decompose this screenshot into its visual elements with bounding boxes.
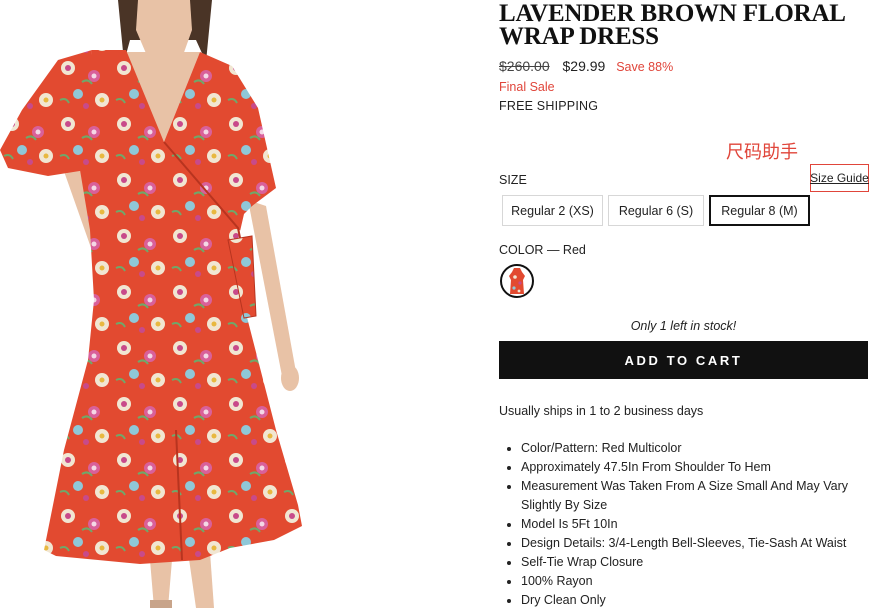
color-label-row: COLOR — Red — [499, 243, 586, 257]
list-item: Measurement Was Taken From A Size Small … — [521, 477, 871, 515]
size-option-regular-8-m[interactable]: Regular 8 (M) — [709, 195, 810, 226]
color-selected-value: Red — [562, 243, 586, 257]
original-price: $260.00 — [499, 58, 550, 74]
size-options: Regular 2 (XS) Regular 6 (S) Regular 8 (… — [502, 195, 810, 226]
add-to-cart-button[interactable]: ADD TO CART — [499, 341, 868, 379]
product-details: LAVENDER BROWN FLORAL WRAP DRESS $260.00… — [499, 0, 871, 608]
product-title: LAVENDER BROWN FLORAL WRAP DRESS — [499, 0, 845, 50]
dress-thumbnail-icon — [509, 268, 525, 294]
color-separator: — — [546, 243, 560, 257]
list-item: Color/Pattern: Red Multicolor — [521, 439, 871, 458]
size-guide-link[interactable]: Size Guide — [810, 164, 869, 192]
price-row: $260.00 $29.99 Save 88% — [499, 58, 673, 74]
final-sale-notice: Final Sale — [499, 80, 555, 94]
stock-message: Only 1 left in stock! — [630, 319, 737, 333]
sale-price: $29.99 — [562, 58, 606, 74]
list-item: Approximately 47.5In From Shoulder To He… — [521, 458, 871, 477]
list-item: Design Details: 3/4-Length Bell-Sleeves,… — [521, 534, 871, 553]
savings-badge: Save 88% — [616, 60, 674, 74]
dress-photo-icon — [0, 0, 302, 608]
list-item: Self-Tie Wrap Closure — [521, 553, 871, 572]
product-features-list: Color/Pattern: Red Multicolor Approximat… — [499, 439, 871, 610]
list-item: Dry Clean Only — [521, 591, 871, 610]
list-item: Model Is 5Ft 10In — [521, 515, 871, 534]
color-swatch-red[interactable] — [500, 264, 534, 298]
product-image — [0, 0, 310, 608]
list-item: 100% Rayon — [521, 572, 871, 591]
shipping-estimate: Usually ships in 1 to 2 business days — [499, 404, 704, 418]
size-label: SIZE — [499, 173, 527, 187]
free-shipping-notice: FREE SHIPPING — [499, 99, 599, 113]
size-option-regular-6-s[interactable]: Regular 6 (S) — [608, 195, 704, 226]
size-assistant-annotation: 尺码助手 — [726, 142, 798, 163]
color-label: COLOR — [499, 243, 544, 257]
size-option-regular-2-xs[interactable]: Regular 2 (XS) — [502, 195, 603, 226]
